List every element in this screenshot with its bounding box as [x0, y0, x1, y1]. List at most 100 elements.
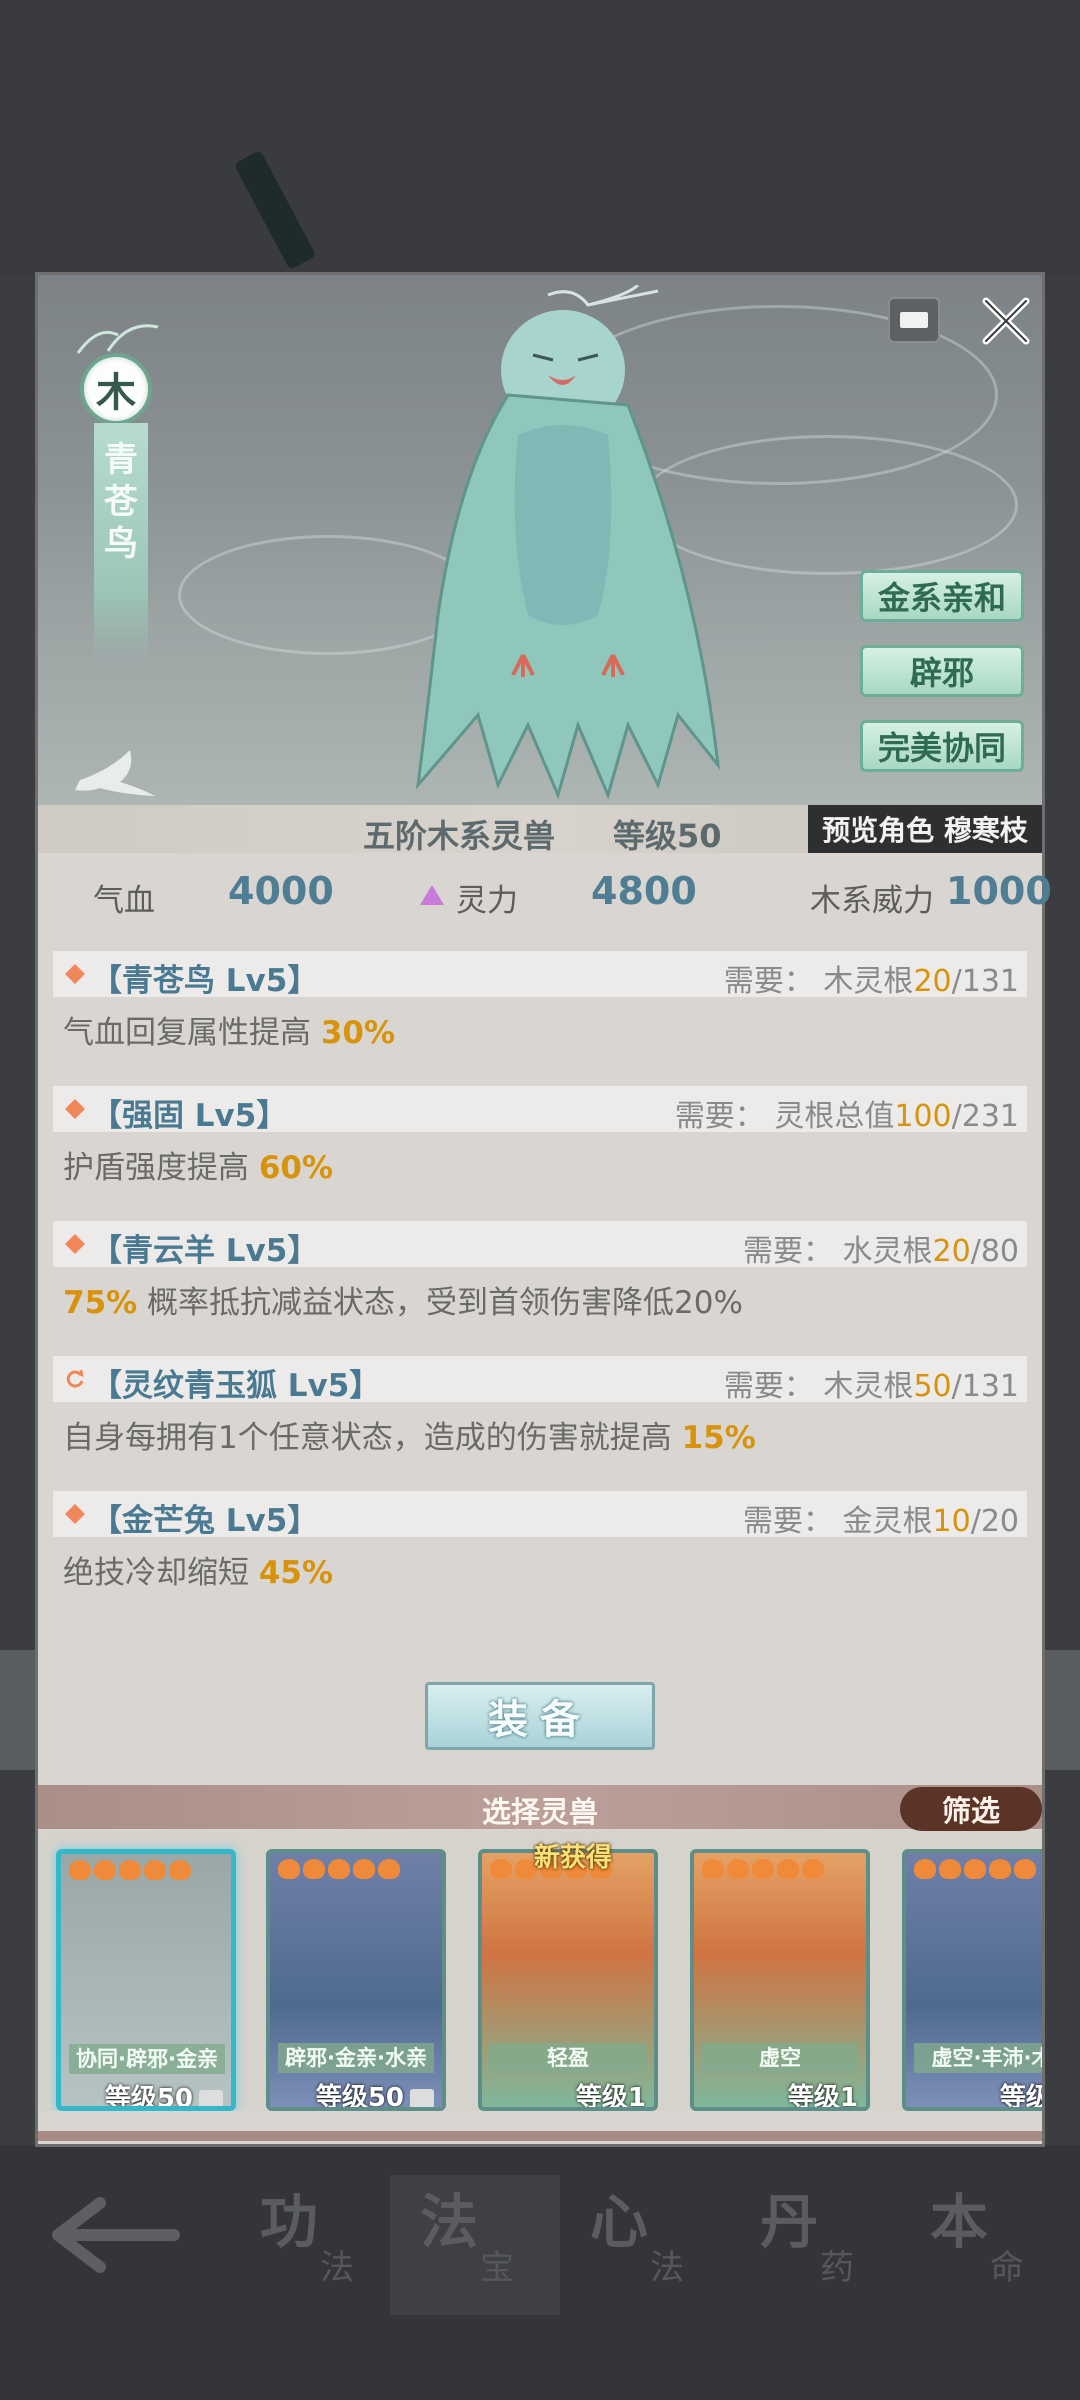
card-level: 等级50: [315, 2077, 434, 2111]
select-beast-bar: 选择灵兽: [38, 1785, 1042, 1829]
skill-title: 【青苍鸟 Lv5】: [91, 963, 319, 999]
diamond-icon: [65, 964, 85, 984]
beast-card[interactable]: 虚空·丰沛·木 等级1: [902, 1849, 1042, 2111]
card-tags: 辟邪·金亲·水亲: [278, 2043, 434, 2073]
beast-info-strip: 五阶木系灵兽 等级50 预览角色 穆寒枝: [38, 805, 1042, 855]
card-tags: 虚空: [702, 2043, 858, 2073]
card-level-text: 等级1: [787, 2083, 858, 2111]
skill-header: 【青云羊 Lv5】 需要： 水灵根20/80: [53, 1221, 1027, 1270]
nav-item-main-label: 心: [590, 2188, 649, 2256]
beast-name-char: 苍: [104, 482, 138, 522]
skill-requirement: 需要： 金灵根10/20: [743, 1496, 1019, 1540]
beast-hero-panel: 木 青 苍 鸟 金系亲和 辟邪 完美协同: [38, 275, 1042, 805]
skill-title: 【青云羊 Lv5】: [91, 1233, 319, 1269]
star-paws: [702, 1859, 824, 1883]
ticket-icon[interactable]: [888, 297, 940, 343]
skill-header: 【金芒兔 Lv5】 需要： 金灵根10/20: [53, 1491, 1027, 1540]
element-badge: 木: [80, 353, 152, 425]
nav-item-main-label: 丹: [760, 2188, 819, 2256]
nav-item-xinfa[interactable]: 心 法: [560, 2175, 730, 2315]
select-beast-label: 选择灵兽: [481, 1795, 598, 1829]
skill-description: 护盾强度提高 60%: [63, 1142, 1027, 1186]
card-level: 等级1: [575, 2077, 646, 2111]
beast-portrait-bird: [415, 285, 721, 800]
nav-item-sub-label: 法: [650, 2248, 684, 2288]
lock-icon: [199, 2089, 223, 2106]
wood-power-value: 1000: [946, 869, 1052, 913]
nav-item-gongfa[interactable]: 功 法: [230, 2175, 400, 2315]
modal-bottom-edge: [38, 2131, 1042, 2141]
beast-level: 等级50: [613, 817, 722, 855]
card-level-text: 等级50: [315, 2083, 404, 2111]
skill-header: 【青苍鸟 Lv5】 需要： 木灵根20/131: [53, 951, 1027, 1000]
nav-item-fabao[interactable]: 法 宝: [390, 2175, 560, 2315]
background-panel-left: [0, 1650, 40, 1770]
skill-requirement: 需要： 水灵根20/80: [743, 1226, 1019, 1270]
desc-text: 自身每拥有1个任意状态，造成的伤害就提高: [63, 1420, 682, 1456]
filter-button[interactable]: 筛选: [900, 1787, 1042, 1831]
nav-item-sub-label: 法: [320, 2248, 354, 2288]
spirit-triangle-icon: [420, 885, 444, 905]
preview-character[interactable]: 预览角色 穆寒枝: [808, 805, 1042, 853]
spirit-value: 4800: [591, 869, 697, 913]
trait-button-metal-affinity[interactable]: 金系亲和: [860, 570, 1024, 622]
diamond-icon: [65, 1234, 85, 1254]
spirit-beast-modal: 木 青 苍 鸟 金系亲和 辟邪 完美协同 放生: [35, 272, 1052, 2147]
desc-text: 气血回复属性提高: [63, 1015, 321, 1051]
requirement-current: 20: [932, 1234, 971, 1269]
nav-item-benming[interactable]: 本 命: [900, 2175, 1070, 2315]
skill-header: 【强固 Lv5】 需要： 灵根总值100/231: [53, 1086, 1027, 1135]
card-level-text: 等级1: [575, 2083, 646, 2111]
back-arrow-icon[interactable]: [50, 2195, 180, 2275]
skill-requirement: 需要： 灵根总值100/231: [675, 1091, 1019, 1135]
beast-card[interactable]: 虚空 等级1: [690, 1849, 870, 2111]
card-tags: 虚空·丰沛·木: [914, 2043, 1042, 2073]
skill-header: 【灵纹青玉狐 Lv5】 需要： 木灵根50/131: [53, 1356, 1027, 1405]
skill-description: 绝技冷却缩短 45%: [63, 1547, 1027, 1591]
nav-item-main-label: 本: [930, 2188, 989, 2256]
beast-name-char: 青: [104, 440, 138, 480]
requirement-label: 需要： 水灵根: [742, 1234, 933, 1269]
hp-label: 气血: [93, 883, 155, 919]
requirement-current: 100: [894, 1099, 952, 1134]
requirement-label: 需要： 灵根总值: [674, 1099, 895, 1134]
release-bird-icon[interactable]: [60, 740, 180, 800]
card-tags: 轻盈: [490, 2043, 646, 2073]
skill-entry: 【强固 Lv5】 需要： 灵根总值100/231 护盾强度提高 60%: [53, 1086, 1027, 1186]
nav-item-danyao[interactable]: 丹 药: [730, 2175, 900, 2315]
skill-description: 气血回复属性提高 30%: [63, 1007, 1027, 1051]
nav-item-sub-label: 药: [820, 2248, 854, 2288]
desc-text: 护盾强度提高: [63, 1150, 259, 1186]
desc-highlight: 15%: [681, 1420, 756, 1456]
background-panel-right: [1040, 1650, 1080, 1770]
beast-stats-row: 气血 4000 灵力 4800 木系威力 1000: [38, 853, 1052, 941]
requirement-current: 10: [932, 1504, 971, 1539]
trait-button-ward-evil[interactable]: 辟邪: [860, 645, 1024, 697]
requirement-label: 需要： 木灵根: [723, 1369, 914, 1404]
skill-description: 75% 概率抵抗减益状态，受到首领伤害降低20%: [63, 1277, 1027, 1321]
desc-highlight: 30%: [320, 1015, 396, 1051]
lock-icon: [410, 2088, 434, 2107]
spirit-label: 灵力: [456, 883, 518, 919]
close-icon[interactable]: [978, 293, 1034, 349]
desc-highlight: 45%: [258, 1555, 334, 1591]
beast-card[interactable]: 协同·辟邪·金亲 等级50: [56, 1849, 236, 2111]
requirement-max: /231: [951, 1099, 1019, 1134]
equip-button[interactable]: 装备: [425, 1682, 655, 1750]
card-tags: 协同·辟邪·金亲: [69, 2044, 225, 2074]
card-level: 等级1: [1000, 2077, 1042, 2107]
requirement-max: /20: [970, 1504, 1019, 1539]
trait-button-perfect-synergy[interactable]: 完美协同: [860, 720, 1024, 772]
beast-card[interactable]: 轻盈 等级1: [478, 1849, 658, 2111]
skill-requirement: 需要： 木灵根20/131: [724, 956, 1019, 1000]
new-obtained-badge: 新获得: [534, 1843, 613, 1873]
wood-power-label: 木系威力: [810, 883, 934, 919]
skill-title: 【强固 Lv5】: [91, 1098, 288, 1134]
star-paws: [69, 1860, 191, 1884]
diamond-icon: [65, 1504, 85, 1524]
skill-requirement: 需要： 木灵根50/131: [724, 1361, 1019, 1405]
beast-card[interactable]: 辟邪·金亲·水亲 等级50: [266, 1849, 446, 2111]
requirement-label: 需要： 金灵根: [742, 1504, 933, 1539]
skill-title: 【金芒兔 Lv5】: [91, 1503, 319, 1539]
desc-text: 概率抵抗减益状态，受到首领伤害降低20%: [137, 1285, 743, 1321]
